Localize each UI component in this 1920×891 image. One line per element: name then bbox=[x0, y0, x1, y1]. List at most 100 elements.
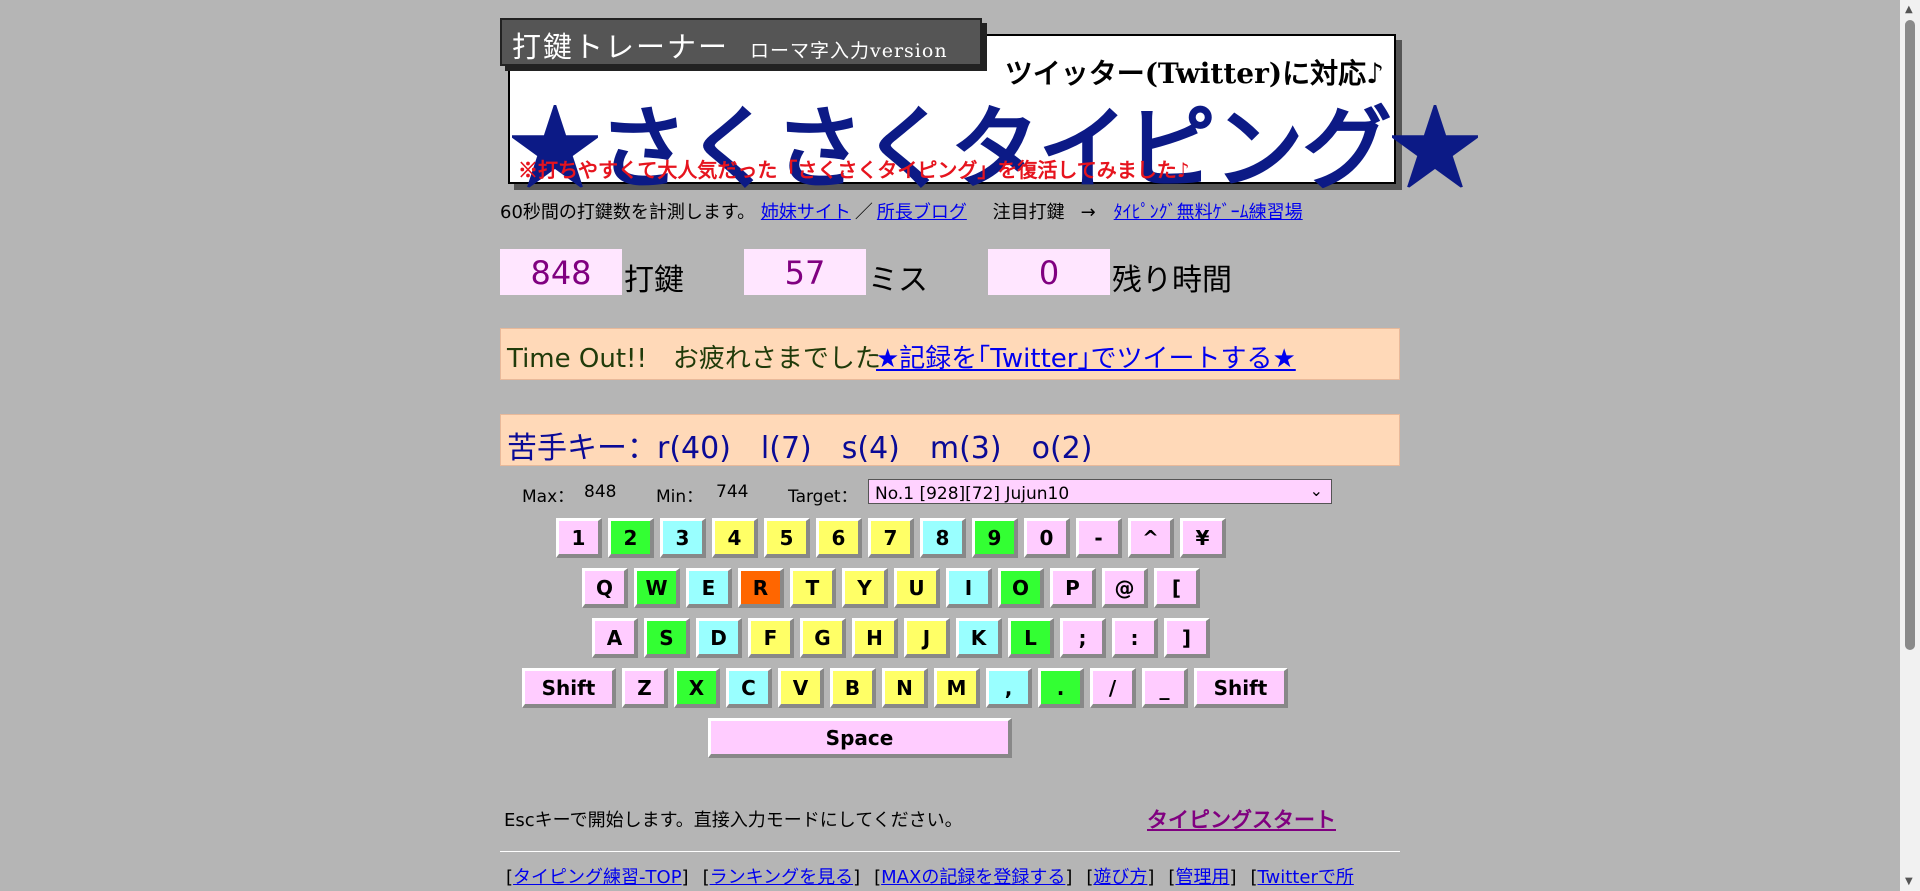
key-j[interactable]: J bbox=[904, 618, 950, 658]
key-f[interactable]: F bbox=[748, 618, 794, 658]
footer-link[interactable]: Twitterで所 bbox=[1258, 867, 1354, 888]
key-5b[interactable]: [ bbox=[1154, 568, 1200, 608]
keyboard: 1 2 3 4 5 6 7 8 9 0- ^ ¥ Q W E R T Y U I O P @[ A S D F G H J K L;:] Shi… bbox=[500, 518, 1400, 768]
key-0[interactable]: 0 bbox=[1024, 518, 1070, 558]
key-e[interactable]: E bbox=[686, 568, 732, 608]
footer-link-item: [管理用] bbox=[1168, 867, 1237, 888]
key-z[interactable]: Z bbox=[622, 668, 668, 708]
footer-link[interactable]: タイピング練習-TOP bbox=[513, 867, 682, 888]
key-i[interactable]: I bbox=[946, 568, 992, 608]
key-2c[interactable]: , bbox=[986, 668, 1032, 708]
key-n[interactable]: N bbox=[882, 668, 928, 708]
intro-line: 60秒間の打鍵数を計測します。 姉妹サイト／所長ブログ 注目打鍵 → ﾀｲﾋﾟﾝｸﾞ… bbox=[500, 198, 1303, 224]
key-o[interactable]: O bbox=[998, 568, 1044, 608]
miss-label: ミス bbox=[868, 263, 928, 298]
min-value: 744 bbox=[716, 482, 749, 502]
site-logo: ★さくさくタイピング★ bbox=[510, 96, 1480, 202]
banner: ツイッター(Twitter)に対応♪ ★さくさくタイピング★ ※打ちやすくて大人… bbox=[500, 18, 1480, 202]
counters: 848 打鍵 57 ミス 0 残り時間 bbox=[500, 249, 1400, 298]
key-8[interactable]: 8 bbox=[920, 518, 966, 558]
key-s[interactable]: S bbox=[644, 618, 690, 658]
key-h[interactable]: H bbox=[852, 618, 898, 658]
key-9[interactable]: 9 bbox=[972, 518, 1018, 558]
key-5[interactable]: 5 bbox=[764, 518, 810, 558]
target-label: Target： bbox=[788, 487, 858, 507]
scrollbar[interactable]: ▲ ▼ bbox=[1900, 0, 1920, 891]
key-l[interactable]: L bbox=[1008, 618, 1054, 658]
key-q[interactable]: Q bbox=[582, 568, 628, 608]
key-2e[interactable]: . bbox=[1038, 668, 1084, 708]
keystroke-count: 848 bbox=[500, 249, 622, 295]
key-d[interactable]: D bbox=[696, 618, 742, 658]
banner-tab-title: 打鍵トレーナー bbox=[512, 30, 730, 64]
min-label: Min： bbox=[656, 487, 704, 507]
chevron-down-icon: ⌄ bbox=[1309, 481, 1323, 500]
key-w[interactable]: W bbox=[634, 568, 680, 608]
sister-site-link[interactable]: 姉妹サイト bbox=[761, 202, 851, 223]
footer-link[interactable]: 遊び方 bbox=[1093, 867, 1147, 888]
key-u[interactable]: U bbox=[894, 568, 940, 608]
footer-link-item: [MAXの記録を登録する] bbox=[874, 867, 1073, 888]
key-5e[interactable]: ^ bbox=[1128, 518, 1174, 558]
key-2f[interactable]: / bbox=[1090, 668, 1136, 708]
keystroke-label: 打鍵 bbox=[624, 263, 684, 298]
footer-link-item: [Twitterで所 bbox=[1250, 867, 1354, 888]
banner-red-note: ※打ちやすくて大人気だった「さくさくタイピング」を復活してみました♪ bbox=[518, 158, 1190, 182]
focus-link[interactable]: ﾀｲﾋﾟﾝｸﾞ無料ｹﾞｰﾑ練習場 bbox=[1114, 202, 1303, 223]
key-7[interactable]: 7 bbox=[868, 518, 914, 558]
key-t[interactable]: T bbox=[790, 568, 836, 608]
key-3b[interactable]: ; bbox=[1060, 618, 1106, 658]
key-shift[interactable]: Shift bbox=[522, 668, 616, 708]
key-3a[interactable]: : bbox=[1112, 618, 1158, 658]
scroll-up-icon[interactable]: ▲ bbox=[1905, 4, 1913, 15]
banner-tab: 打鍵トレーナー ローマ字入力version bbox=[500, 18, 982, 66]
key-a5[interactable]: ¥ bbox=[1180, 518, 1226, 558]
key-4[interactable]: 4 bbox=[712, 518, 758, 558]
key-2[interactable]: 2 bbox=[608, 518, 654, 558]
focus-label: 注目打鍵 bbox=[992, 202, 1065, 223]
key-5f[interactable]: _ bbox=[1142, 668, 1188, 708]
divider bbox=[500, 851, 1400, 852]
key-p[interactable]: P bbox=[1050, 568, 1096, 608]
key-v[interactable]: V bbox=[778, 668, 824, 708]
banner-tab-subtitle: ローマ字入力version bbox=[750, 40, 948, 62]
weak-keys-panel: 苦手キー：r(40) l(7) s(4) m(3) o(2) bbox=[500, 414, 1400, 466]
key-6[interactable]: 6 bbox=[816, 518, 862, 558]
footer-link-item: [ランキングを見る] bbox=[702, 867, 861, 888]
key-r[interactable]: R bbox=[738, 568, 784, 608]
footer-link[interactable]: ランキングを見る bbox=[710, 867, 853, 888]
key-x[interactable]: X bbox=[674, 668, 720, 708]
key-5d[interactable]: ] bbox=[1164, 618, 1210, 658]
footer-link[interactable]: 管理用 bbox=[1175, 867, 1229, 888]
target-select[interactable]: No.1 [928][72] Jujun10 ⌄ bbox=[868, 479, 1332, 504]
remaining-time: 0 bbox=[988, 249, 1110, 295]
intro-text: 60秒間の打鍵数を計測します。 bbox=[500, 202, 756, 223]
arrow-icon: → bbox=[1080, 202, 1096, 223]
blog-link[interactable]: 所長ブログ bbox=[877, 202, 967, 223]
key-40[interactable]: @ bbox=[1102, 568, 1148, 608]
stats-row: Max： 848 Min： 744 Target： No.1 [928][72]… bbox=[500, 478, 1400, 507]
timeout-message: Time Out!! お疲れさまでした bbox=[507, 344, 881, 374]
key-a[interactable]: A bbox=[592, 618, 638, 658]
key-k[interactable]: K bbox=[956, 618, 1002, 658]
footer-link-item: [遊び方] bbox=[1086, 867, 1155, 888]
key-space[interactable]: Space bbox=[708, 718, 1012, 758]
scrollbar-thumb[interactable] bbox=[1905, 20, 1915, 650]
key-y[interactable]: Y bbox=[842, 568, 888, 608]
key-g[interactable]: G bbox=[800, 618, 846, 658]
weak-keys-text: 苦手キー：r(40) l(7) s(4) m(3) o(2) bbox=[507, 431, 1093, 466]
footer-link-item: [タイピング練習-TOP] bbox=[506, 867, 689, 888]
key-b[interactable]: B bbox=[830, 668, 876, 708]
typing-start-link[interactable]: タイピングスタート bbox=[1147, 804, 1336, 834]
key-1[interactable]: 1 bbox=[556, 518, 602, 558]
key--[interactable]: - bbox=[1076, 518, 1122, 558]
key-m[interactable]: M bbox=[934, 668, 980, 708]
key-c[interactable]: C bbox=[726, 668, 772, 708]
footer-link[interactable]: MAXの記録を登録する bbox=[881, 867, 1065, 888]
key-3[interactable]: 3 bbox=[660, 518, 706, 558]
scroll-down-icon[interactable]: ▼ bbox=[1905, 876, 1913, 887]
tweet-record-link[interactable]: ★記録を｢Twitter｣でツイートする★ bbox=[876, 338, 1296, 375]
max-label: Max： bbox=[522, 487, 575, 507]
key-shift[interactable]: Shift bbox=[1194, 668, 1288, 708]
target-selected-value: No.1 [928][72] Jujun10 bbox=[875, 484, 1070, 504]
